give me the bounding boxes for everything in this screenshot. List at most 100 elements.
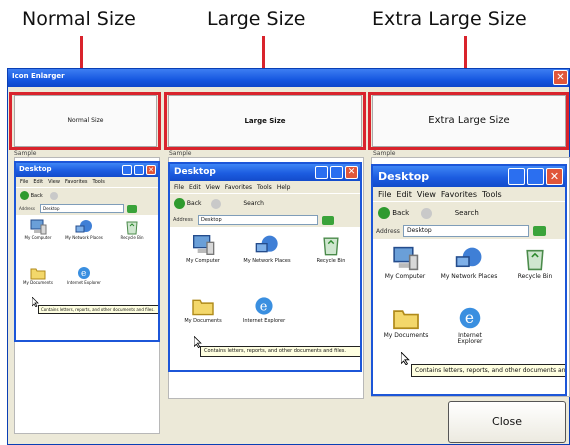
close-button[interactable]: ✕ (146, 165, 156, 175)
menu-file[interactable]: File (378, 190, 391, 199)
network-places-icon (255, 235, 278, 253)
desktop-icon-my-documents[interactable]: My Documents (176, 296, 230, 324)
desktop-icon-my-network[interactable]: My Network Places (62, 219, 106, 241)
desktop-icon-my-computer[interactable]: My Computer (18, 219, 58, 241)
menu-file[interactable]: File (174, 184, 184, 191)
search-button[interactable]: Search (455, 209, 479, 217)
desktop-icon-my-computer[interactable]: My Computer (377, 246, 433, 280)
icon-label: My Network Places (65, 235, 103, 241)
menu-favorites[interactable]: Favorites (225, 184, 252, 191)
tooltip: Contains letters, reports, and other doc… (38, 305, 158, 314)
desktop-icon-my-network[interactable]: My Network Places (234, 234, 300, 264)
menu-edit[interactable]: Edit (396, 190, 412, 199)
sample-label-normal: Sample (14, 150, 37, 157)
address-field[interactable]: Desktop (40, 204, 124, 213)
desktop-icon-recycle-bin[interactable]: Recycle Bin (505, 246, 565, 280)
minimize-button[interactable] (315, 166, 328, 179)
window-titlebar[interactable]: Icon Enlarger ✕ (8, 69, 569, 87)
recycle-bin-icon (323, 237, 339, 256)
close-button-main[interactable]: Close (448, 401, 566, 443)
address-field[interactable]: Desktop (198, 215, 318, 225)
icon-label: Internet Explorer (242, 317, 286, 324)
menu-favorites[interactable]: Favorites (65, 179, 88, 185)
highlight-frame-extra-large (368, 92, 569, 150)
maximize-button[interactable] (134, 165, 144, 175)
desktop-icon-recycle-bin[interactable]: Recycle Bin (112, 219, 152, 241)
address-field[interactable]: Desktop (403, 225, 529, 237)
menu-edit[interactable]: Edit (33, 179, 43, 185)
back-arrow-icon[interactable] (174, 198, 185, 209)
forward-arrow-icon[interactable] (50, 191, 59, 200)
explorer-menubar: File Edit View Favorites Tools Help (170, 181, 360, 193)
menu-tools[interactable]: Tools (257, 184, 272, 191)
minimize-button[interactable] (508, 168, 525, 185)
my-computer-icon (393, 246, 419, 271)
back-arrow-icon[interactable] (20, 191, 29, 200)
desktop-icon-internet-explorer[interactable]: e Internet Explorer (64, 266, 104, 286)
back-button[interactable]: Back (187, 200, 202, 207)
maximize-button[interactable] (527, 168, 544, 185)
explorer-titlebar[interactable]: Desktop ✕ (373, 166, 565, 187)
explorer-toolbar: Back Search (170, 193, 360, 213)
back-arrow-icon[interactable] (378, 207, 390, 219)
highlight-frame-normal (9, 92, 161, 150)
desktop-icon-my-documents[interactable]: My Documents (375, 306, 437, 339)
caption-extra-large-size: Extra Large Size (372, 8, 527, 30)
internet-explorer-icon: e (459, 307, 481, 329)
search-button[interactable]: Search (243, 200, 264, 207)
explorer-titlebar[interactable]: Desktop ✕ (16, 163, 158, 177)
desktop-icon-my-documents[interactable]: My Documents (18, 266, 58, 286)
explorer-menubar: File Edit View Favorites Tools (16, 177, 158, 187)
icon-label: Recycle Bin (316, 257, 346, 264)
icon-label: My Computer (384, 272, 426, 280)
forward-arrow-icon[interactable] (421, 207, 433, 219)
svg-text:e: e (260, 299, 268, 314)
maximize-button[interactable] (330, 166, 343, 179)
mouse-cursor-icon (194, 336, 202, 348)
go-button[interactable] (127, 205, 137, 213)
address-label: Address (173, 217, 193, 223)
explorer-address-bar: Address Desktop (373, 223, 565, 239)
forward-arrow-icon[interactable] (211, 198, 222, 209)
my-computer-icon (30, 219, 47, 235)
menu-file[interactable]: File (20, 179, 28, 185)
icon-label: My Network Places (243, 257, 291, 264)
desktop-icon-internet-explorer[interactable]: e Internet Explorer (445, 306, 495, 346)
desktop-icon-recycle-bin[interactable]: Recycle Bin (304, 234, 358, 264)
icon-label: Internet Explorer (67, 280, 101, 286)
menu-view[interactable]: View (417, 190, 436, 199)
icon-label: Recycle Bin (517, 272, 553, 280)
sample-label-large: Sample (169, 150, 192, 157)
svg-text:e: e (465, 309, 474, 327)
menu-favorites[interactable]: Favorites (441, 190, 477, 199)
menu-view[interactable]: View (206, 184, 220, 191)
menu-edit[interactable]: Edit (189, 184, 201, 191)
explorer-titlebar[interactable]: Desktop ✕ (170, 164, 360, 181)
explorer-normal: Desktop ✕ File Edit View Favorites Tools Bac… (14, 161, 160, 342)
address-label: Address (19, 206, 35, 211)
desktop-icon-internet-explorer[interactable]: e Internet Explorer (234, 296, 294, 324)
minimize-button[interactable] (122, 165, 132, 175)
go-button[interactable] (533, 226, 546, 236)
tooltip: Contains letters, reports, and other doc… (411, 364, 565, 377)
close-button[interactable]: ✕ (345, 166, 358, 179)
window-close-button[interactable]: ✕ (553, 70, 568, 85)
my-documents-icon (30, 268, 46, 280)
explorer-menubar: File Edit View Favorites Tools (373, 187, 565, 201)
icon-label: My Network Places (440, 272, 498, 280)
menu-tools[interactable]: Tools (93, 179, 105, 185)
explorer-address-bar: Address Desktop (170, 213, 360, 227)
back-button[interactable]: Back (31, 193, 43, 199)
close-button[interactable]: ✕ (546, 168, 563, 185)
icon-label: My Computer (24, 235, 52, 241)
caption-large-size: Large Size (207, 8, 306, 30)
desktop-icon-my-computer[interactable]: My Computer (176, 234, 230, 264)
menu-help[interactable]: Help (277, 184, 291, 191)
go-button[interactable] (322, 216, 334, 225)
menu-view[interactable]: View (48, 179, 60, 185)
back-button[interactable]: Back (392, 209, 409, 217)
menu-tools[interactable]: Tools (482, 190, 502, 199)
recycle-bin-icon (126, 221, 138, 235)
desktop-icon-my-network[interactable]: My Network Places (439, 246, 499, 280)
icon-label: Internet Explorer (457, 331, 483, 346)
